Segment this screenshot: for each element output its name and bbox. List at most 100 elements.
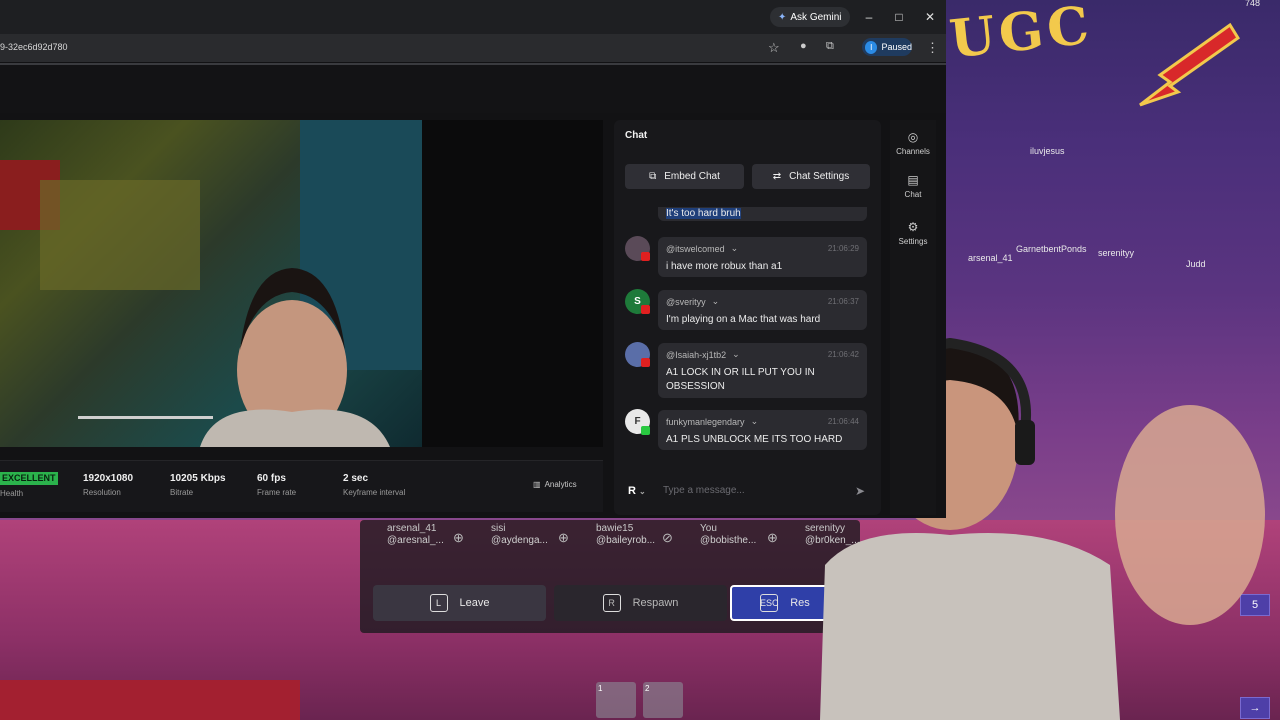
embed-icon: ⧉ — [649, 171, 657, 182]
stat-framerate: 60 fps Frame rate — [257, 473, 296, 497]
profile-avatar: I — [865, 40, 878, 54]
player-handle: @aresnal_... — [387, 535, 444, 546]
chevron-down-icon: ⌄ — [711, 296, 720, 306]
ask-gemini-label: Ask Gemini — [790, 11, 842, 23]
respawn-label: Respawn — [632, 597, 679, 609]
game-player-name: GarnetbentPonds — [1016, 244, 1087, 254]
minimize-icon[interactable]: – — [860, 8, 878, 26]
rail-label: Channels — [896, 147, 930, 156]
hotbar-slot[interactable]: 2 — [643, 682, 683, 718]
chevron-down-icon: ⌄ — [732, 349, 740, 359]
rail-label: Chat — [904, 190, 922, 199]
blocked-icon[interactable]: ⊘ — [662, 530, 678, 546]
embed-chat-button[interactable]: ⧉ Embed Chat — [625, 164, 744, 189]
chevron-down-icon: ⌄ — [639, 487, 646, 496]
leave-button[interactable]: L Leave — [373, 585, 546, 621]
player-handle: @bobisthe... — [700, 535, 757, 546]
message-time: 21:06:44 — [827, 417, 859, 426]
player-chip[interactable]: sisi @aydenga... — [491, 523, 548, 547]
stat-label: Bitrate — [170, 488, 194, 497]
leave-label: Leave — [459, 597, 490, 609]
page-header-strip — [0, 65, 946, 113]
close-icon[interactable]: ✕ — [921, 8, 939, 26]
youtube-icon — [641, 305, 650, 314]
twitch-icon — [641, 426, 650, 435]
player-name: You — [700, 523, 717, 534]
stat-keyframe: 2 sec Keyframe interval — [343, 473, 405, 497]
chat-bubble-icon: ▤ — [907, 173, 919, 187]
bar-chart-icon: ▥ — [533, 480, 541, 489]
message-time: 21:06:37 — [827, 297, 859, 306]
extensions-puzzle-icon[interactable]: ⧉ — [826, 40, 844, 56]
game-player-name: Judd — [1186, 259, 1206, 269]
respawn-button[interactable]: R Respawn — [554, 585, 727, 621]
gemini-sparkle-icon: ✦ — [778, 11, 787, 23]
chat-message[interactable]: @Isaiah-xj1tb2 ⌄ 21:06:42 A1 LOCK IN OR I… — [658, 343, 867, 398]
chevron-down-icon: ⌄ — [750, 416, 759, 426]
gear-icon: ⚙ — [907, 220, 919, 234]
game-player-name: iluvjesus — [1030, 146, 1065, 156]
player-chip[interactable]: You @bobisthe... — [700, 523, 756, 547]
ask-gemini-button[interactable]: ✦ Ask Gemini — [770, 7, 850, 27]
player-chip[interactable]: arsenal_41 @aresnal_... — [387, 523, 444, 547]
player-chip[interactable]: bawie15 @baileyrob... — [596, 523, 655, 547]
add-friend-icon[interactable]: ⊕ — [558, 530, 574, 546]
player-handle: @baileyrob... — [596, 535, 656, 546]
stat-value: 10205 Kbps — [170, 473, 226, 484]
stat-label: Resolution — [83, 488, 121, 497]
url-text[interactable]: 9-32ec6d92d780 — [0, 42, 68, 52]
broadcast-icon: ◎ — [907, 130, 919, 144]
chat-settings-button[interactable]: ⇄ Chat Settings — [752, 164, 870, 189]
rail-channels[interactable]: ◎ Channels — [892, 130, 934, 156]
stat-label: Keyframe interval — [343, 488, 406, 497]
bookmark-star-icon[interactable]: ☆ — [768, 40, 780, 56]
health-label: Health — [0, 489, 24, 498]
youtube-icon — [641, 358, 650, 367]
chat-settings-label: Chat Settings — [789, 171, 850, 182]
send-icon[interactable]: ➤ — [855, 484, 865, 498]
leave-key-hint: L — [429, 594, 448, 612]
chat-message[interactable]: @itswelcomed ⌄ 21:06:29 i have more robux… — [658, 237, 867, 277]
message-text: A1 LOCK IN OR ILL PUT YOU IN OBSESSION — [666, 367, 815, 392]
respawn-key-hint: R — [602, 594, 621, 612]
resume-key-hint: ESC — [760, 594, 778, 612]
chat-message[interactable]: funkymanlegendary ⌄ 21:06:44 A1 PLS UNBLO… — [658, 410, 867, 450]
preview-scene — [0, 120, 422, 447]
game-player-name: serenityy — [1098, 248, 1135, 258]
rail-settings[interactable]: ⚙ Settings — [892, 220, 934, 246]
stat-value: 1920x1080 — [83, 473, 134, 484]
player-name: arsenal_41 — [387, 523, 437, 534]
paused-label: Paused — [881, 42, 912, 52]
preview-video — [0, 120, 422, 447]
stat-label: Frame rate — [257, 488, 297, 497]
stat-bitrate: 10205 Kbps Bitrate — [170, 473, 226, 497]
extension-icon[interactable]: ● — [800, 40, 818, 56]
message-text: A1 PLS UNBLOCK ME ITS TOO HARD — [666, 434, 843, 445]
youtube-icon — [641, 252, 650, 261]
player-name: bawie15 — [596, 523, 634, 534]
health-badge: EXCELLENT — [0, 472, 58, 485]
chat-message[interactable]: @sverityy ⌄ 21:06:37 I'm playing on a Mac… — [658, 290, 867, 330]
sliders-icon: ⇄ — [772, 171, 782, 182]
chevron-down-icon: ⌄ — [730, 243, 739, 253]
analytics-button[interactable]: ▥ Analytics — [533, 480, 577, 489]
message-text: i have more robux than a1 — [666, 261, 783, 272]
maximize-icon[interactable]: □ — [890, 8, 908, 26]
embed-chat-label: Embed Chat — [664, 171, 720, 182]
message-time: 21:06:42 — [827, 350, 859, 359]
chat-title: Chat — [625, 130, 648, 141]
add-friend-icon[interactable]: ⊕ — [767, 530, 783, 546]
hotbar-slot[interactable]: 1 — [596, 682, 636, 718]
rail-chat[interactable]: ▤ Chat — [892, 173, 934, 199]
partial-message-text: It's too hard bruh — [666, 208, 741, 219]
add-friend-icon[interactable]: ⊕ — [453, 530, 469, 546]
browser-menu-icon[interactable]: ⋮ — [926, 40, 939, 56]
stat-resolution: 1920x1080 Resolution — [83, 473, 133, 497]
message-time: 21:06:29 — [827, 244, 859, 253]
platform-selector[interactable]: R ⌄ — [628, 485, 646, 497]
profile-paused-button[interactable]: I Paused — [862, 38, 912, 56]
game-arrow-icon — [1139, 22, 1240, 107]
chat-message-input[interactable] — [663, 485, 843, 496]
resume-label: Res — [790, 597, 810, 609]
player-handle: @aydenga... — [491, 535, 548, 546]
